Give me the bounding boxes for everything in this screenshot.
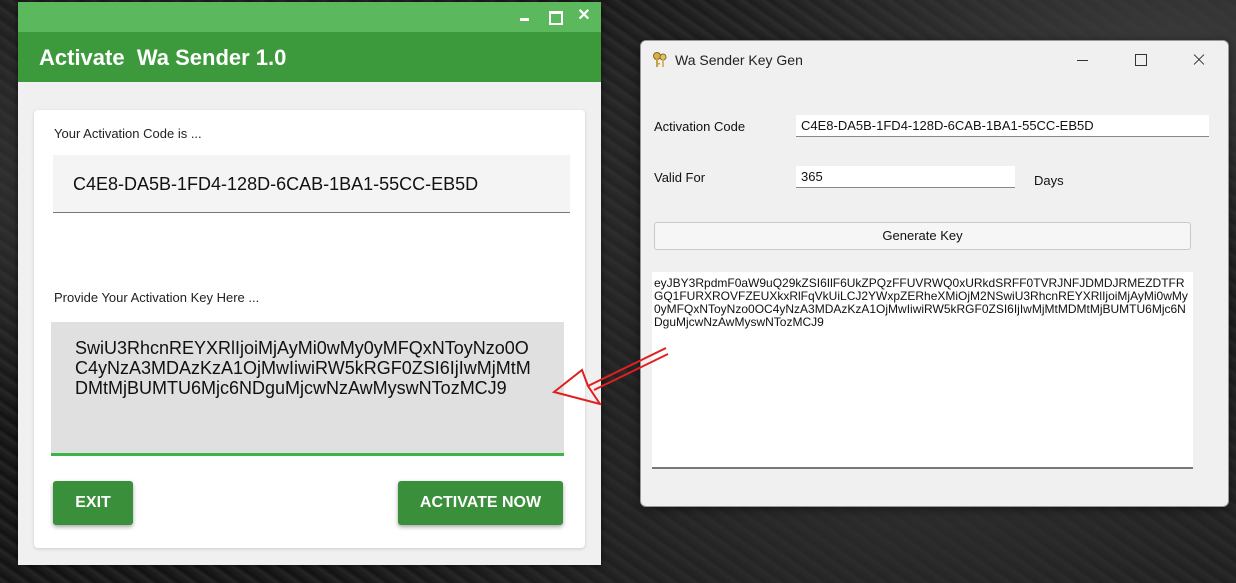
activation-titlebar: ✕ xyxy=(18,2,601,32)
minimize-icon[interactable] xyxy=(1071,49,1095,71)
generated-key-output[interactable]: eyJBY3RpdmF0aW9uQ29kZSI6IlF6UkZPQzFFUVRW… xyxy=(652,272,1193,469)
maximize-icon[interactable] xyxy=(546,7,564,25)
minimize-icon[interactable] xyxy=(516,7,534,25)
activation-card: Your Activation Code is ... C4E8-DA5B-1F… xyxy=(34,110,585,548)
close-icon[interactable] xyxy=(1187,49,1211,71)
activation-code-label: Your Activation Code is ... xyxy=(54,126,202,141)
annotation-arrow xyxy=(551,347,669,406)
activation-key-label: Provide Your Activation Key Here ... xyxy=(54,290,260,305)
activation-window: ✕ Activate Wa Sender 1.0 Your Activation… xyxy=(18,2,601,565)
keygen-activation-code-label: Activation Code xyxy=(654,119,746,134)
keygen-title: Wa Sender Key Gen xyxy=(675,52,803,68)
keygen-valid-for-input[interactable]: 365 xyxy=(796,166,1015,188)
keys-icon xyxy=(653,52,667,67)
keygen-activation-code-input[interactable]: C4E8-DA5B-1FD4-128D-6CAB-1BA1-55CC-EB5D xyxy=(796,115,1209,137)
maximize-icon[interactable] xyxy=(1129,49,1153,71)
keygen-valid-for-label: Valid For xyxy=(654,170,706,185)
keygen-titlebar: Wa Sender Key Gen xyxy=(641,41,1228,79)
keygen-days-label: Days xyxy=(1034,173,1064,188)
activation-code-field[interactable]: C4E8-DA5B-1FD4-128D-6CAB-1BA1-55CC-EB5D xyxy=(53,155,570,213)
activation-key-input[interactable]: SwiU3RhcnREYXRlIjoiMjAyMi0wMy0yMFQxNToyN… xyxy=(51,322,564,456)
exit-button[interactable]: EXIT xyxy=(53,481,133,525)
activation-body: Your Activation Code is ... C4E8-DA5B-1F… xyxy=(18,82,601,565)
activate-now-button[interactable]: ACTIVATE NOW xyxy=(398,481,563,525)
activation-title: Activate Wa Sender 1.0 xyxy=(18,32,601,82)
generate-key-button[interactable]: Generate Key xyxy=(654,222,1191,250)
keygen-window: Wa Sender Key Gen Activation Code C4E8-D… xyxy=(640,40,1229,507)
close-icon[interactable]: ✕ xyxy=(575,7,593,25)
